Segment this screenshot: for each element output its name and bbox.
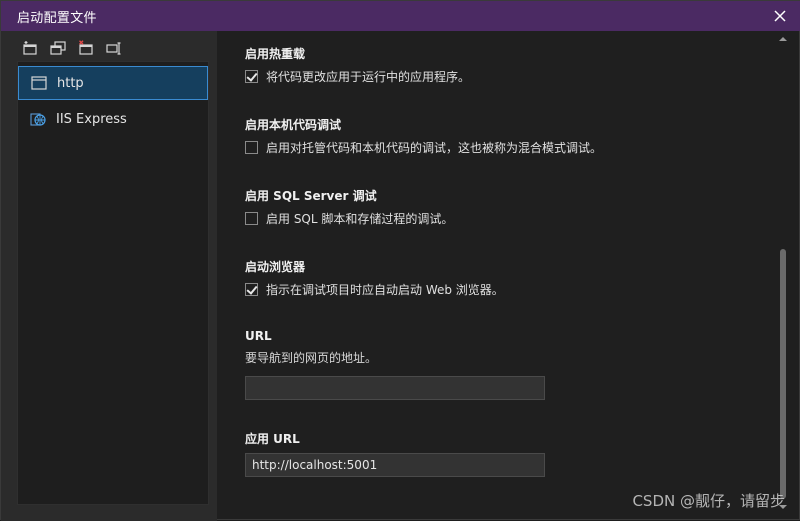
sql-debug-section: 启用 SQL Server 调试 启用 SQL 脚本和存储过程的调试。 xyxy=(245,187,453,227)
new-profile-icon xyxy=(23,41,37,55)
section-title: 启动浏览器 xyxy=(245,260,306,274)
profile-label: http xyxy=(57,75,84,91)
profile-item-http[interactable]: http xyxy=(18,66,208,100)
checkbox-label: 启用 SQL 脚本和存储过程的调试。 xyxy=(266,212,454,226)
delete-profile-button[interactable] xyxy=(77,39,95,57)
launch-browser-section: 启动浏览器 指示在调试项目时应自动启动 Web 浏览器。 xyxy=(245,258,504,298)
delete-profile-icon xyxy=(79,40,93,55)
close-button[interactable] xyxy=(769,5,791,27)
copy-profile-icon xyxy=(50,41,66,55)
iis-globe-icon xyxy=(30,111,46,127)
checkbox-label: 指示在调试项目时应自动启动 Web 浏览器。 xyxy=(266,283,504,297)
section-title: URL xyxy=(245,329,272,343)
rename-profile-button[interactable] xyxy=(105,39,123,57)
url-section: URL 要导航到的网页的地址。 xyxy=(245,329,545,400)
new-profile-button[interactable] xyxy=(21,39,39,57)
settings-scrollbar[interactable] xyxy=(777,31,789,515)
profiles-toolbar xyxy=(21,39,123,57)
close-icon xyxy=(774,10,786,22)
profiles-list: http IIS Express xyxy=(17,61,209,505)
profiles-pane: http IIS Express xyxy=(1,31,217,521)
hot-reload-section: 启用热重载 将代码更改应用于运行中的应用程序。 xyxy=(245,45,470,85)
native-debug-checkbox[interactable] xyxy=(245,141,258,154)
url-input[interactable] xyxy=(245,376,545,400)
launch-profiles-dialog: 启动配置文件 重 版 彩 xyxy=(0,0,800,521)
url-description: 要导航到的网页的地址。 xyxy=(245,351,378,365)
profile-item-iis-express[interactable]: IIS Express xyxy=(18,102,208,136)
sql-debug-checkbox[interactable] xyxy=(245,212,258,225)
section-title: 启用本机代码调试 xyxy=(245,118,342,132)
hot-reload-row: 将代码更改应用于运行中的应用程序。 xyxy=(245,68,470,85)
app-url-section: 应用 URL xyxy=(245,430,545,477)
copy-profile-button[interactable] xyxy=(49,39,67,57)
app-url-input[interactable] xyxy=(245,453,545,477)
dialog-title: 启动配置文件 xyxy=(17,10,97,26)
rename-profile-icon xyxy=(106,42,121,55)
chevron-up-icon xyxy=(779,37,787,41)
launch-browser-checkbox[interactable] xyxy=(245,283,258,296)
scroll-up-arrow[interactable] xyxy=(779,35,787,43)
section-title: 启用热重载 xyxy=(245,47,306,61)
section-title: 应用 URL xyxy=(245,432,300,446)
sql-debug-row: 启用 SQL 脚本和存储过程的调试。 xyxy=(245,210,453,227)
checkbox-label: 启用对托管代码和本机代码的调试，这也被称为混合模式调试。 xyxy=(266,141,603,155)
watermark: CSDN @靓仔，请留步 xyxy=(632,492,785,510)
profile-settings-pane: 启用热重载 将代码更改应用于运行中的应用程序。 启用本机代码调试 启用对托管代码… xyxy=(217,31,777,511)
window-icon xyxy=(31,75,47,91)
native-debug-row: 启用对托管代码和本机代码的调试，这也被称为混合模式调试。 xyxy=(245,139,602,156)
launch-browser-row: 指示在调试项目时应自动启动 Web 浏览器。 xyxy=(245,281,504,298)
native-debug-section: 启用本机代码调试 启用对托管代码和本机代码的调试，这也被称为混合模式调试。 xyxy=(245,116,602,156)
hot-reload-checkbox[interactable] xyxy=(245,70,258,83)
checkbox-label: 将代码更改应用于运行中的应用程序。 xyxy=(266,70,471,84)
title-bar: 启动配置文件 xyxy=(1,1,800,31)
scroll-thumb[interactable] xyxy=(780,249,786,499)
profile-label: IIS Express xyxy=(56,111,127,127)
section-title: 启用 SQL Server 调试 xyxy=(245,189,377,203)
